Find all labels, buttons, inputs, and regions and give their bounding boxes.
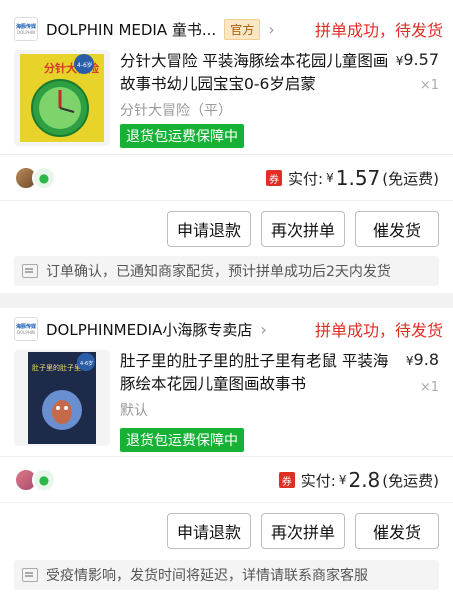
unit-price: ¥9.57 [396,50,439,69]
refund-button[interactable]: 申请退款 [167,211,251,247]
quantity: ×1 [419,78,439,93]
goods-item[interactable]: 肚子里的肚子里 4-6岁 肚子里的肚子里的肚子里有老鼠 平装海豚绘本花园儿童图画… [14,350,439,460]
shop-name[interactable]: DOLPHINMEDIA小海豚专卖店 [46,319,252,340]
order-notice[interactable]: 受疫情影响，发货时间将延迟，详情请联系商家客服 [14,560,439,590]
price-currency: ¥ [405,354,414,368]
shipping-note: (免运费) [382,169,439,188]
unit-price: ¥9.8 [406,350,439,369]
paid-label: 实付: [288,169,324,188]
paid-label: 实付: [300,471,336,490]
paid-currency: ¥ [326,171,334,185]
order-notice[interactable]: 订单确认，已通知商家配货，预计拼单成功后2天内发货 [14,256,439,286]
product-spec: 默认 [120,403,148,419]
shop-logo: 海豚传媒 DOLPHIN [14,317,38,341]
divider [0,456,453,457]
chevron-right-icon[interactable]: › [268,20,274,39]
urge-shipping-button[interactable]: 催发货 [355,513,439,549]
payment-row: ● 券 实付: ¥ 1.57 (免运费) [14,163,439,193]
product-spec: 分针大冒险（平） [120,103,232,119]
avatar: ● [32,166,56,190]
product-title[interactable]: 肚子里的肚子里的肚子里有老鼠 平装海豚绘本花园儿童图画故事书 [120,350,390,396]
divider [0,200,453,201]
official-tag: 官方 [224,18,261,40]
product-thumbnail[interactable]: 分针大冒险 4-6岁 [14,50,110,146]
regroup-button[interactable]: 再次拼单 [261,211,345,247]
refund-button[interactable]: 申请退款 [167,513,251,549]
age-sticker-text: 4-6岁 [77,61,93,69]
notice-text: 受疫情影响，发货时间将延迟，详情请联系商家客服 [46,568,368,584]
shop-logo-subtext: DOLPHIN [16,329,36,335]
cover-title-text: 肚子里的肚子里 [32,363,81,372]
order-card: 海豚传媒 DOLPHIN DOLPHIN MEDIA 童书... 官方 › 拼单… [0,0,453,293]
shipping-note: (免运费) [382,471,439,490]
urge-shipping-button[interactable]: 催发货 [355,211,439,247]
coupon-icon: 券 [266,170,283,186]
divider [0,502,453,503]
price-value: 9.57 [403,50,439,69]
action-buttons: 申请退款 再次拼单 催发货 [167,513,439,549]
payment-row: ● 券 实付: ¥ 2.8 (免运费) [14,465,439,495]
notice-icon [22,568,38,582]
return-shipping-badge: 退货包运费保障中 [120,428,244,452]
product-thumbnail[interactable]: 肚子里的肚子里 4-6岁 [14,350,110,446]
quantity: ×1 [419,380,439,395]
divider [0,154,453,155]
return-shipping-badge: 退货包运费保障中 [120,124,244,148]
order-status: 拼单成功，待发货 [314,21,443,40]
notice-text: 订单确认，已通知商家配货，预计拼单成功后2天内发货 [46,264,391,280]
paid-amount: 1.57 [335,166,381,190]
apple-icon: ● [38,171,50,185]
product-title[interactable]: 分针大冒险 平装海豚绘本花园儿童图画故事书幼儿园宝宝0-6岁启蒙 [120,50,390,96]
shop-header[interactable]: 海豚传媒 DOLPHIN DOLPHINMEDIA小海豚专卖店 › 拼单成功，待… [14,314,443,344]
order-status: 拼单成功，待发货 [314,321,443,340]
apple-icon: ● [38,473,50,487]
shop-logo: 海豚传媒 DOLPHIN [14,17,38,41]
goods-item[interactable]: 分针大冒险 4-6岁 分针大冒险 平装海豚绘本花园儿童图画故事书幼儿园宝宝0-6… [14,50,439,160]
order-card: 海豚传媒 DOLPHIN DOLPHINMEDIA小海豚专卖店 › 拼单成功，待… [0,308,453,600]
paid-amount: 2.8 [348,468,381,492]
age-sticker-text: 4-6岁 [80,360,93,367]
coupon-icon: 券 [278,472,295,488]
shop-logo-subtext: DOLPHIN [16,29,36,35]
notice-icon [22,264,38,278]
paid-currency: ¥ [338,473,347,487]
chevron-right-icon[interactable]: › [260,320,266,339]
price-value: 9.8 [413,350,439,369]
action-buttons: 申请退款 再次拼单 催发货 [167,211,439,247]
shop-name[interactable]: DOLPHIN MEDIA 童书... [46,19,216,40]
avatar: ● [32,468,56,492]
shop-header[interactable]: 海豚传媒 DOLPHIN DOLPHIN MEDIA 童书... 官方 › 拼单… [14,14,443,44]
regroup-button[interactable]: 再次拼单 [261,513,345,549]
